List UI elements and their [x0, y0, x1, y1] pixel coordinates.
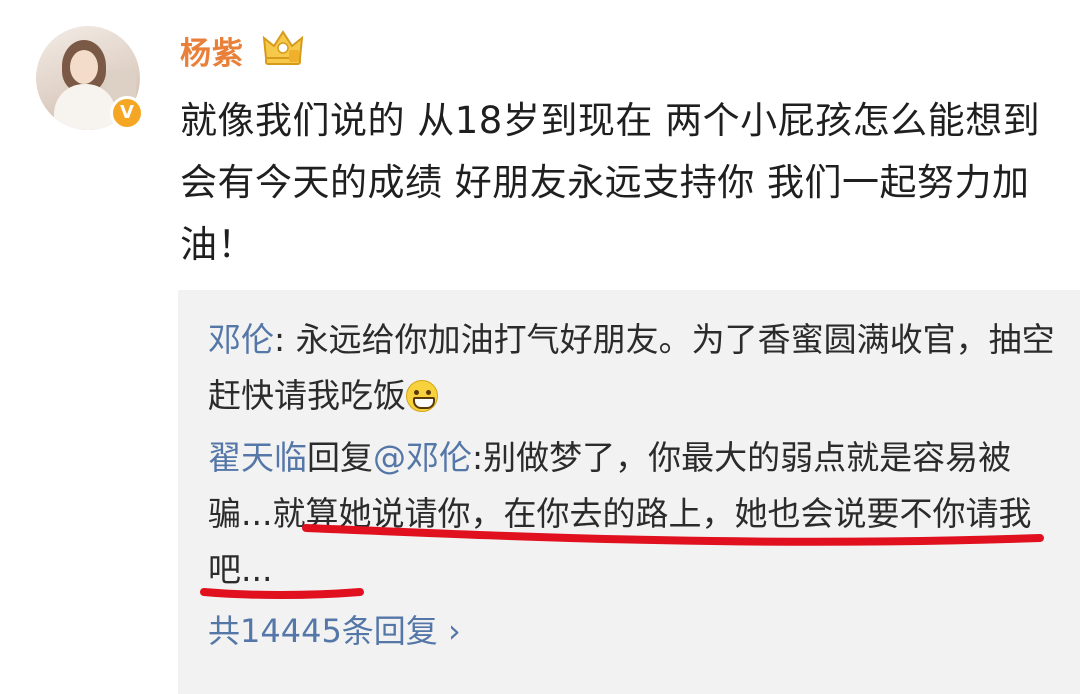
comment-item: 翟天临回复@邓伦:别做梦了，你最大的弱点就是容易被骗...就算她说请你，在你去的…: [208, 430, 1058, 598]
comment-separator: :: [274, 320, 296, 359]
mention-link[interactable]: @邓伦: [373, 438, 472, 477]
post-text: 就像我们说的 从18岁到现在 两个小屁孩怎么能想到会有今天的成绩 好朋友永远支持…: [180, 99, 1041, 266]
verified-badge-icon: V: [110, 96, 144, 130]
avatar[interactable]: V: [36, 26, 144, 134]
comment-item: 邓伦: 永远给你加油打气好朋友。为了香蜜圆满收官，抽空赶快请我吃饭: [208, 312, 1058, 424]
crown-icon[interactable]: [262, 28, 304, 68]
username[interactable]: 杨紫: [180, 28, 244, 73]
comment-text: 永远给你加油打气好朋友。为了香蜜圆满收官，抽空赶快请我吃饭: [208, 320, 1055, 415]
reply-prefix: 回复: [307, 438, 373, 477]
comment-section: 邓伦: 永远给你加油打气好朋友。为了香蜜圆满收官，抽空赶快请我吃饭 翟天临回复@…: [178, 290, 1080, 694]
grin-emoji-icon: [406, 380, 438, 412]
comment-author[interactable]: 翟天临: [208, 438, 307, 477]
comment-separator: :: [472, 438, 484, 477]
view-replies-link[interactable]: 共14445条回复 ›: [208, 606, 461, 652]
comment-author[interactable]: 邓伦: [208, 320, 274, 359]
view-replies-label: 共14445条回复: [208, 612, 438, 650]
chevron-right-icon: ›: [447, 612, 461, 650]
